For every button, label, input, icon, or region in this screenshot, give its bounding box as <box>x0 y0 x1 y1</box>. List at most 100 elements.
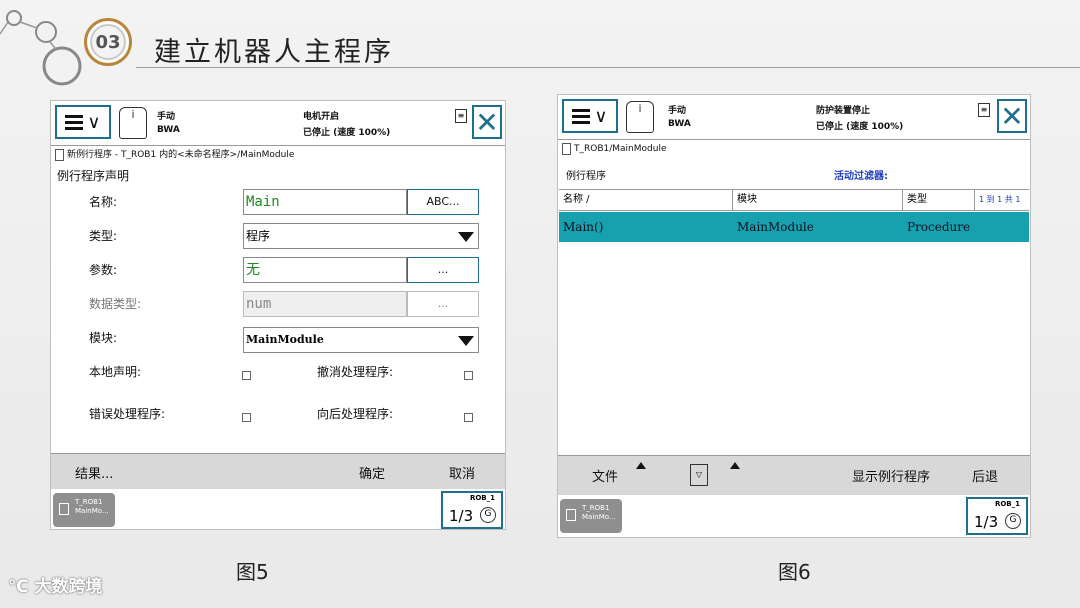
pager-text: 1 到 1 共 1 <box>979 195 1021 204</box>
table-row[interactable]: Main() MainModule Procedure <box>559 212 1029 242</box>
params-browse-button[interactable]: ... <box>407 257 479 283</box>
flexpendant-routine-list-screen: ∨ i 手动 BWA 防护装置停止 已停止 (速度 100%) ≡ ✕ T_RO… <box>557 94 1031 538</box>
menu-icon <box>65 112 84 133</box>
chevron-down-icon: ∨ <box>87 111 101 133</box>
taskbar: T_ROB1 MainMo... ROB_1 1/3 G <box>51 489 505 529</box>
program-icon <box>562 143 571 155</box>
back-button[interactable]: 后退 <box>972 466 998 485</box>
column-name[interactable]: 名称 / <box>559 190 733 211</box>
quickset-button[interactable]: ROB_1 1/3 G <box>966 497 1028 535</box>
datatype-input: num <box>243 291 407 317</box>
type-label: 类型: <box>89 229 118 243</box>
local-label: 本地声明: <box>89 365 142 379</box>
task-module: MainMo... <box>75 507 109 515</box>
speed-icon: G <box>480 507 496 523</box>
quickset-fraction: 1/3 <box>974 513 999 531</box>
local-checkbox[interactable] <box>242 371 251 380</box>
undo-label: 撤消处理程序: <box>317 365 394 379</box>
datatype-browse-button: ... <box>407 291 479 317</box>
task-tile[interactable]: T_ROB1 MainMo... <box>53 493 115 527</box>
close-icon: ✕ <box>475 105 499 139</box>
quickset-button[interactable]: ROB_1 1/3 G <box>441 491 503 529</box>
abb-menu-button[interactable]: ∨ <box>55 105 111 139</box>
type-select[interactable]: 程序 <box>243 223 479 249</box>
row-type: Procedure <box>907 220 971 234</box>
taskbar: T_ROB1 MainMo... ROB_1 1/3 G <box>558 495 1030 537</box>
breadcrumb-text: T_ROB1/MainModule <box>574 144 667 154</box>
task-name: T_ROB1 <box>582 504 610 512</box>
backward-checkbox[interactable] <box>464 413 473 422</box>
section-heading: 例行程序 <box>566 171 606 182</box>
file-menu-button[interactable]: 文件 <box>592 466 618 485</box>
name-label: 名称: <box>89 195 118 209</box>
row-module: MainModule <box>737 220 814 234</box>
status-state: 已停止 (速度 100%) <box>816 122 904 132</box>
breadcrumb-text: 新例行程序 - T_ROB1 内的<未命名程序>/MainModule <box>67 150 295 160</box>
breadcrumb: T_ROB1/MainModule <box>558 139 1030 159</box>
filter-icon[interactable]: ▽ <box>690 464 708 486</box>
column-module[interactable]: 模块 <box>733 190 903 211</box>
close-button[interactable]: ✕ <box>472 105 502 139</box>
menu-icon <box>572 106 591 127</box>
error-checkbox[interactable] <box>242 413 251 422</box>
title-divider <box>136 67 1080 68</box>
params-label: 参数: <box>89 263 118 277</box>
program-icon <box>55 149 64 161</box>
result-button[interactable]: 结果... <box>75 463 113 482</box>
status-mode: 手动 <box>157 112 176 122</box>
table-header: 名称 / 模块 类型 1 到 1 共 1 <box>559 189 1029 211</box>
status-controller: BWA <box>157 125 180 135</box>
close-icon: ✕ <box>1000 99 1024 133</box>
error-label: 错误处理程序: <box>89 407 166 421</box>
status-state: 已停止 (速度 100%) <box>303 128 391 138</box>
section-badge: 03 <box>84 18 132 66</box>
menu-arrow-icon <box>730 462 740 469</box>
column-type[interactable]: 类型 <box>903 190 975 211</box>
abc-keyboard-button[interactable]: ABC... <box>407 189 479 215</box>
command-bar: 文件 ▽ 显示例行程序 后退 <box>558 455 1030 495</box>
close-button[interactable]: ✕ <box>997 99 1027 133</box>
breadcrumb: 新例行程序 - T_ROB1 内的<未命名程序>/MainModule <box>51 145 505 165</box>
quickset-rob: ROB_1 <box>994 500 1020 508</box>
ok-button[interactable]: 确定 <box>359 463 385 482</box>
params-input[interactable]: 无 <box>243 257 407 283</box>
event-log-icon[interactable]: ≡ <box>978 103 990 117</box>
abb-menu-button[interactable]: ∨ <box>562 99 618 133</box>
task-name: T_ROB1 <box>75 498 103 506</box>
status-controller: BWA <box>668 119 691 129</box>
operator-window-icon[interactable]: i <box>119 107 147 139</box>
watermark-logo-icon: ℃ <box>8 577 35 597</box>
cancel-button[interactable]: 取消 <box>449 463 475 482</box>
row-name: Main() <box>563 220 604 234</box>
task-tile[interactable]: T_ROB1 MainMo... <box>560 499 622 533</box>
menu-arrow-icon <box>636 462 646 469</box>
task-module: MainMo... <box>582 513 616 521</box>
figure-6-caption: 图6 <box>778 560 811 584</box>
status-motor: 电机开启 <box>303 112 340 122</box>
operator-window-icon[interactable]: i <box>626 101 654 133</box>
top-bar: ∨ i 手动 BWA 电机开启 已停止 (速度 100%) ≡ ✕ <box>51 101 505 145</box>
top-bar: ∨ i 手动 BWA 防护装置停止 已停止 (速度 100%) ≡ ✕ <box>558 95 1030 139</box>
status-mode: 手动 <box>668 106 687 116</box>
undo-checkbox[interactable] <box>464 371 473 380</box>
backward-label: 向后处理程序: <box>317 407 394 421</box>
speed-icon: G <box>1005 513 1021 529</box>
slide-title: 建立机器人主程序 <box>154 37 394 68</box>
section-number: 03 <box>90 24 126 60</box>
module-select[interactable]: MainModule <box>243 327 479 353</box>
event-log-icon[interactable]: ≡ <box>455 109 467 123</box>
section-heading: 例行程序声明 <box>57 169 130 183</box>
program-icon <box>566 509 576 521</box>
datatype-label: 数据类型: <box>89 297 142 311</box>
chevron-down-icon: ∨ <box>594 105 608 127</box>
show-routine-button[interactable]: 显示例行程序 <box>852 466 930 485</box>
flexpendant-new-routine-screen: ∨ i 手动 BWA 电机开启 已停止 (速度 100%) ≡ ✕ 新例行程序 … <box>50 100 506 530</box>
module-label: 模块: <box>89 331 118 345</box>
watermark-text: 大数跨境 <box>34 577 103 597</box>
program-icon <box>59 503 69 515</box>
active-filter-label[interactable]: 活动过滤器: <box>834 167 888 182</box>
figure-5-caption: 图5 <box>236 560 269 584</box>
quickset-rob: ROB_1 <box>469 494 495 502</box>
name-input[interactable]: Main <box>243 189 407 215</box>
watermark: ℃ 大数跨境 <box>8 572 103 597</box>
